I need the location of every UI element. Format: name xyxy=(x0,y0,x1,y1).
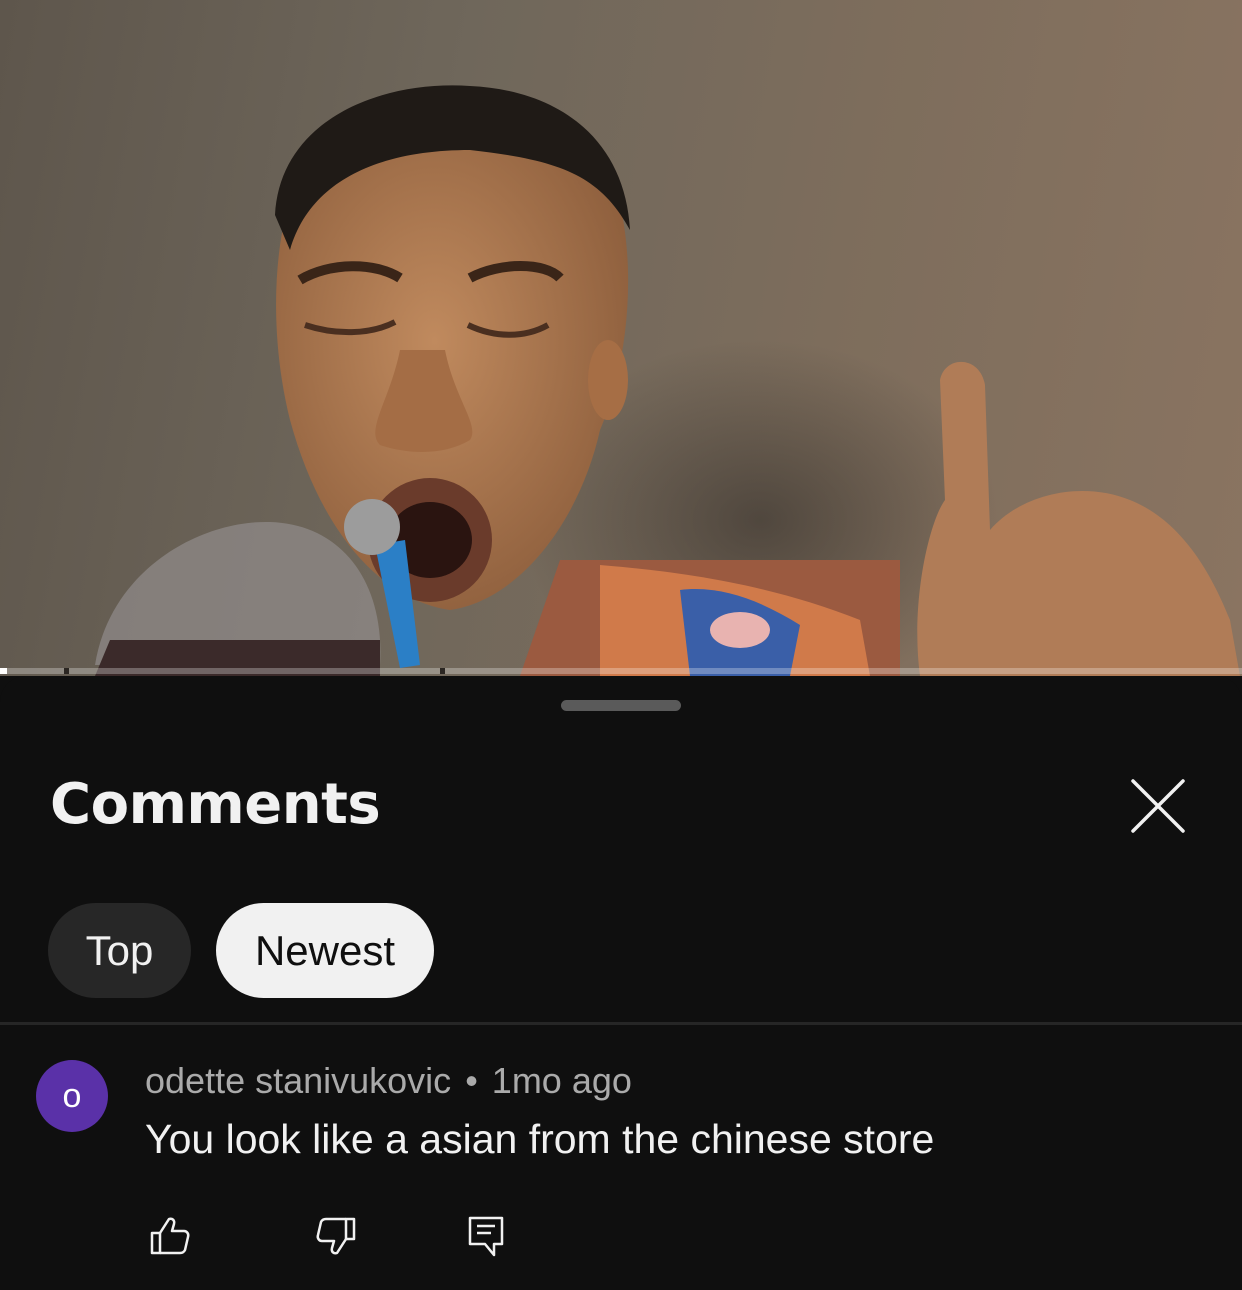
close-button[interactable] xyxy=(1124,772,1192,840)
divider xyxy=(0,1022,1242,1025)
thumb-up-icon xyxy=(150,1217,190,1255)
chapter-marker xyxy=(440,668,445,674)
comment-time: 1mo ago xyxy=(491,1060,632,1101)
reply-icon xyxy=(468,1216,504,1257)
avatar[interactable]: o xyxy=(36,1060,108,1132)
reply-button[interactable] xyxy=(462,1212,510,1260)
video-progress-fill xyxy=(0,668,8,674)
comment-text: You look like a asian from the chinese s… xyxy=(145,1116,935,1162)
sort-chip-newest[interactable]: Newest xyxy=(216,903,434,998)
sort-chip-top[interactable]: Top xyxy=(48,903,191,998)
thumb-down-icon xyxy=(316,1217,356,1255)
meta-separator: • xyxy=(465,1060,478,1101)
close-icon xyxy=(1131,779,1185,833)
like-button[interactable] xyxy=(146,1212,194,1260)
dislike-button[interactable] xyxy=(312,1212,360,1260)
comment-author[interactable]: odette stanivukovic xyxy=(145,1060,451,1101)
video-player[interactable] xyxy=(0,0,1242,676)
video-frame xyxy=(95,85,1240,676)
drag-handle[interactable] xyxy=(561,700,681,711)
comments-sheet: Comments Top Newest o odette stanivukovi… xyxy=(0,676,1242,1290)
chapter-marker xyxy=(64,668,69,674)
video-progress-bar[interactable] xyxy=(0,668,1242,674)
comment-meta: odette stanivukovic • 1mo ago xyxy=(145,1060,632,1102)
comments-title: Comments xyxy=(50,772,381,837)
